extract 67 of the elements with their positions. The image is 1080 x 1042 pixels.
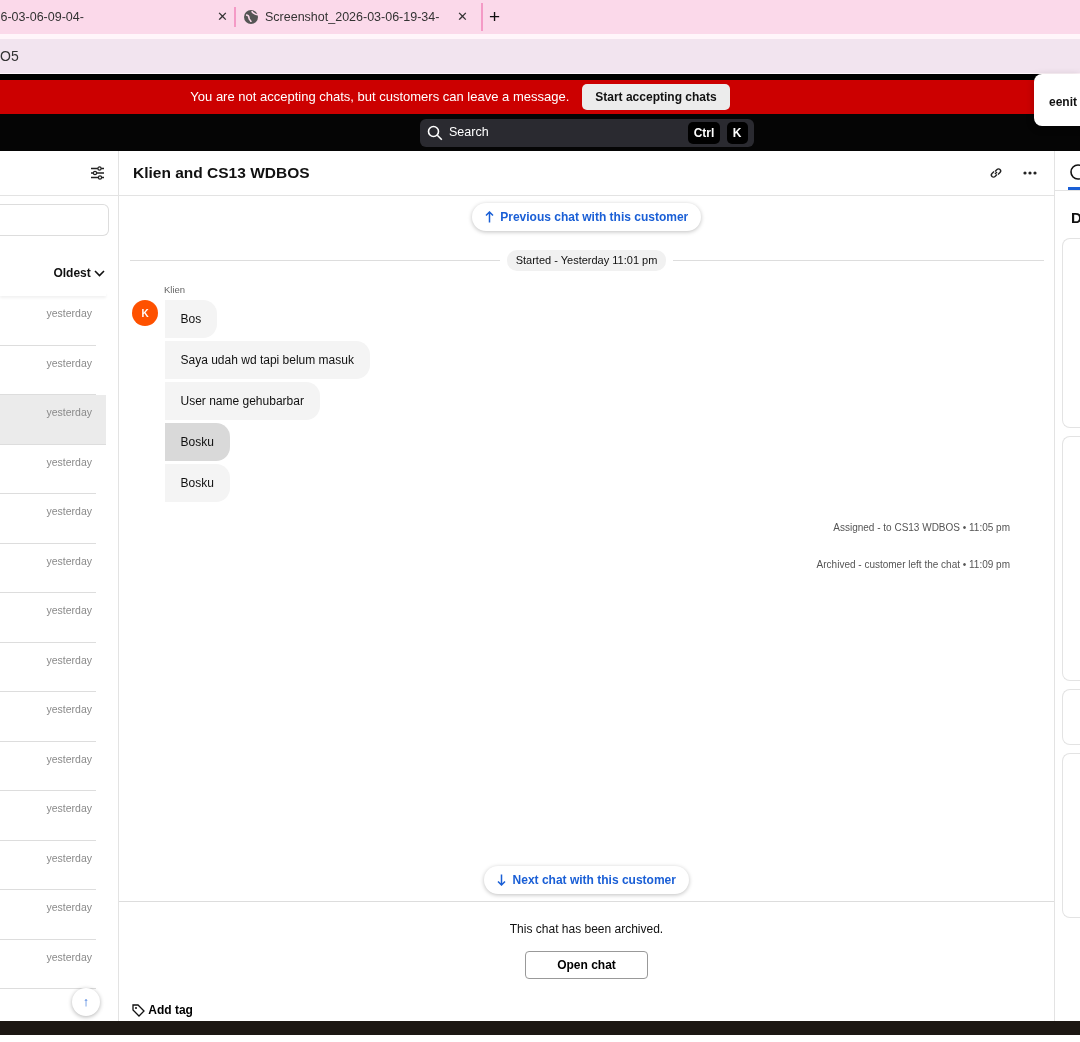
chat-time: yesterday	[46, 455, 92, 468]
arrow-down-icon	[497, 874, 507, 886]
chat-list-item[interactable]: yesterday	[0, 692, 96, 742]
chat-start-label: Started - Yesterday 11:01 pm	[506, 250, 667, 271]
chat-time: yesterday	[46, 356, 92, 369]
archived-note: This chat has been archived.	[509, 921, 664, 938]
chat-list-item[interactable]: yesterday	[0, 543, 96, 593]
new-tab-button[interactable]: +	[480, 2, 507, 32]
chat-time: yesterday	[46, 406, 92, 418]
message-bubble: Bosku	[164, 464, 230, 502]
chat-time: yesterday	[46, 752, 92, 765]
details-card	[1062, 688, 1080, 745]
sender-name: Klien	[164, 282, 187, 297]
chat-list-item[interactable]: yesterday	[0, 840, 96, 890]
chat-list-item[interactable]: yesterday	[0, 395, 106, 445]
message-bubble: Saya udah wd tapi belum masuk	[164, 341, 370, 379]
chat-time: yesterday	[46, 604, 92, 616]
sort-dropdown[interactable]: Oldest	[53, 264, 105, 282]
more-icon[interactable]	[1022, 171, 1037, 175]
scroll-top-button[interactable]: ↑	[72, 988, 100, 1016]
address-bar[interactable]: O5	[0, 39, 1080, 73]
add-tag-button[interactable]: Add tag	[132, 1001, 193, 1019]
search-field[interactable]: Search Ctrl K	[420, 118, 754, 147]
chat-list-item[interactable]: yesterday	[0, 296, 96, 346]
message-bubble: User name gehubarbar	[164, 382, 320, 420]
chat-time: yesterday	[46, 802, 92, 814]
banner-message: You are not accepting chats, but customers can leave a message.	[190, 88, 570, 107]
chat-time: yesterday	[46, 901, 92, 913]
chat-list-item[interactable]: yesterday	[0, 593, 96, 643]
chat-time: yesterday	[46, 505, 92, 517]
close-icon[interactable]: ✕	[456, 7, 468, 27]
chat-list-item[interactable]: yesterday	[0, 642, 96, 692]
tag-icon	[132, 1003, 145, 1017]
link-icon[interactable]	[989, 166, 1004, 180]
globe-icon	[242, 9, 259, 25]
arrow-up-icon	[484, 211, 494, 223]
chat-time: yesterday	[46, 307, 92, 319]
filter-settings-icon[interactable]	[90, 166, 105, 180]
chat-list-item[interactable]: yesterday	[0, 791, 96, 841]
close-icon[interactable]: ✕	[216, 7, 228, 27]
chat-list-item[interactable]: yesterday	[0, 741, 96, 791]
chat-time: yesterday	[46, 653, 92, 666]
chat-title: Klien and CS13 WDBOS	[133, 163, 311, 183]
search-icon	[426, 124, 443, 141]
chevron-down-icon	[94, 269, 105, 277]
open-chat-button[interactable]: Open chat	[525, 951, 648, 979]
event-log: Archived - customer left the chat • 11:09 pm	[815, 558, 1010, 572]
keyboard-key: K	[726, 121, 748, 144]
notification-popup: eenit	[1034, 74, 1080, 126]
event-log: Assigned - to CS13 WDBOS • 11:05 pm	[832, 521, 1010, 535]
chat-list-item[interactable]: yesterday	[0, 494, 96, 544]
search-placeholder: Search	[449, 124, 490, 142]
keyboard-key: Ctrl	[687, 121, 721, 144]
customer-avatar: K	[132, 300, 158, 326]
search-chats-field[interactable]	[0, 204, 109, 236]
chat-list-item[interactable]: yesterday	[0, 890, 96, 940]
message-bubble: Bos	[164, 300, 218, 338]
start-accepting-button[interactable]: Start accepting chats	[582, 84, 730, 110]
chat-list-item[interactable]: yesterday	[0, 444, 96, 494]
browser-tab[interactable]: 6-03-06-09-04- ✕	[0, 7, 234, 27]
chat-time: yesterday	[46, 703, 92, 715]
chat-time: yesterday	[46, 950, 92, 963]
next-chat-button[interactable]: Next chat with this customer	[484, 866, 689, 894]
chat-time: yesterday	[46, 851, 92, 864]
message-bubble: Bosku	[164, 423, 230, 461]
chat-time: yesterday	[46, 554, 92, 567]
previous-chat-button[interactable]: Previous chat with this customer	[471, 203, 702, 231]
